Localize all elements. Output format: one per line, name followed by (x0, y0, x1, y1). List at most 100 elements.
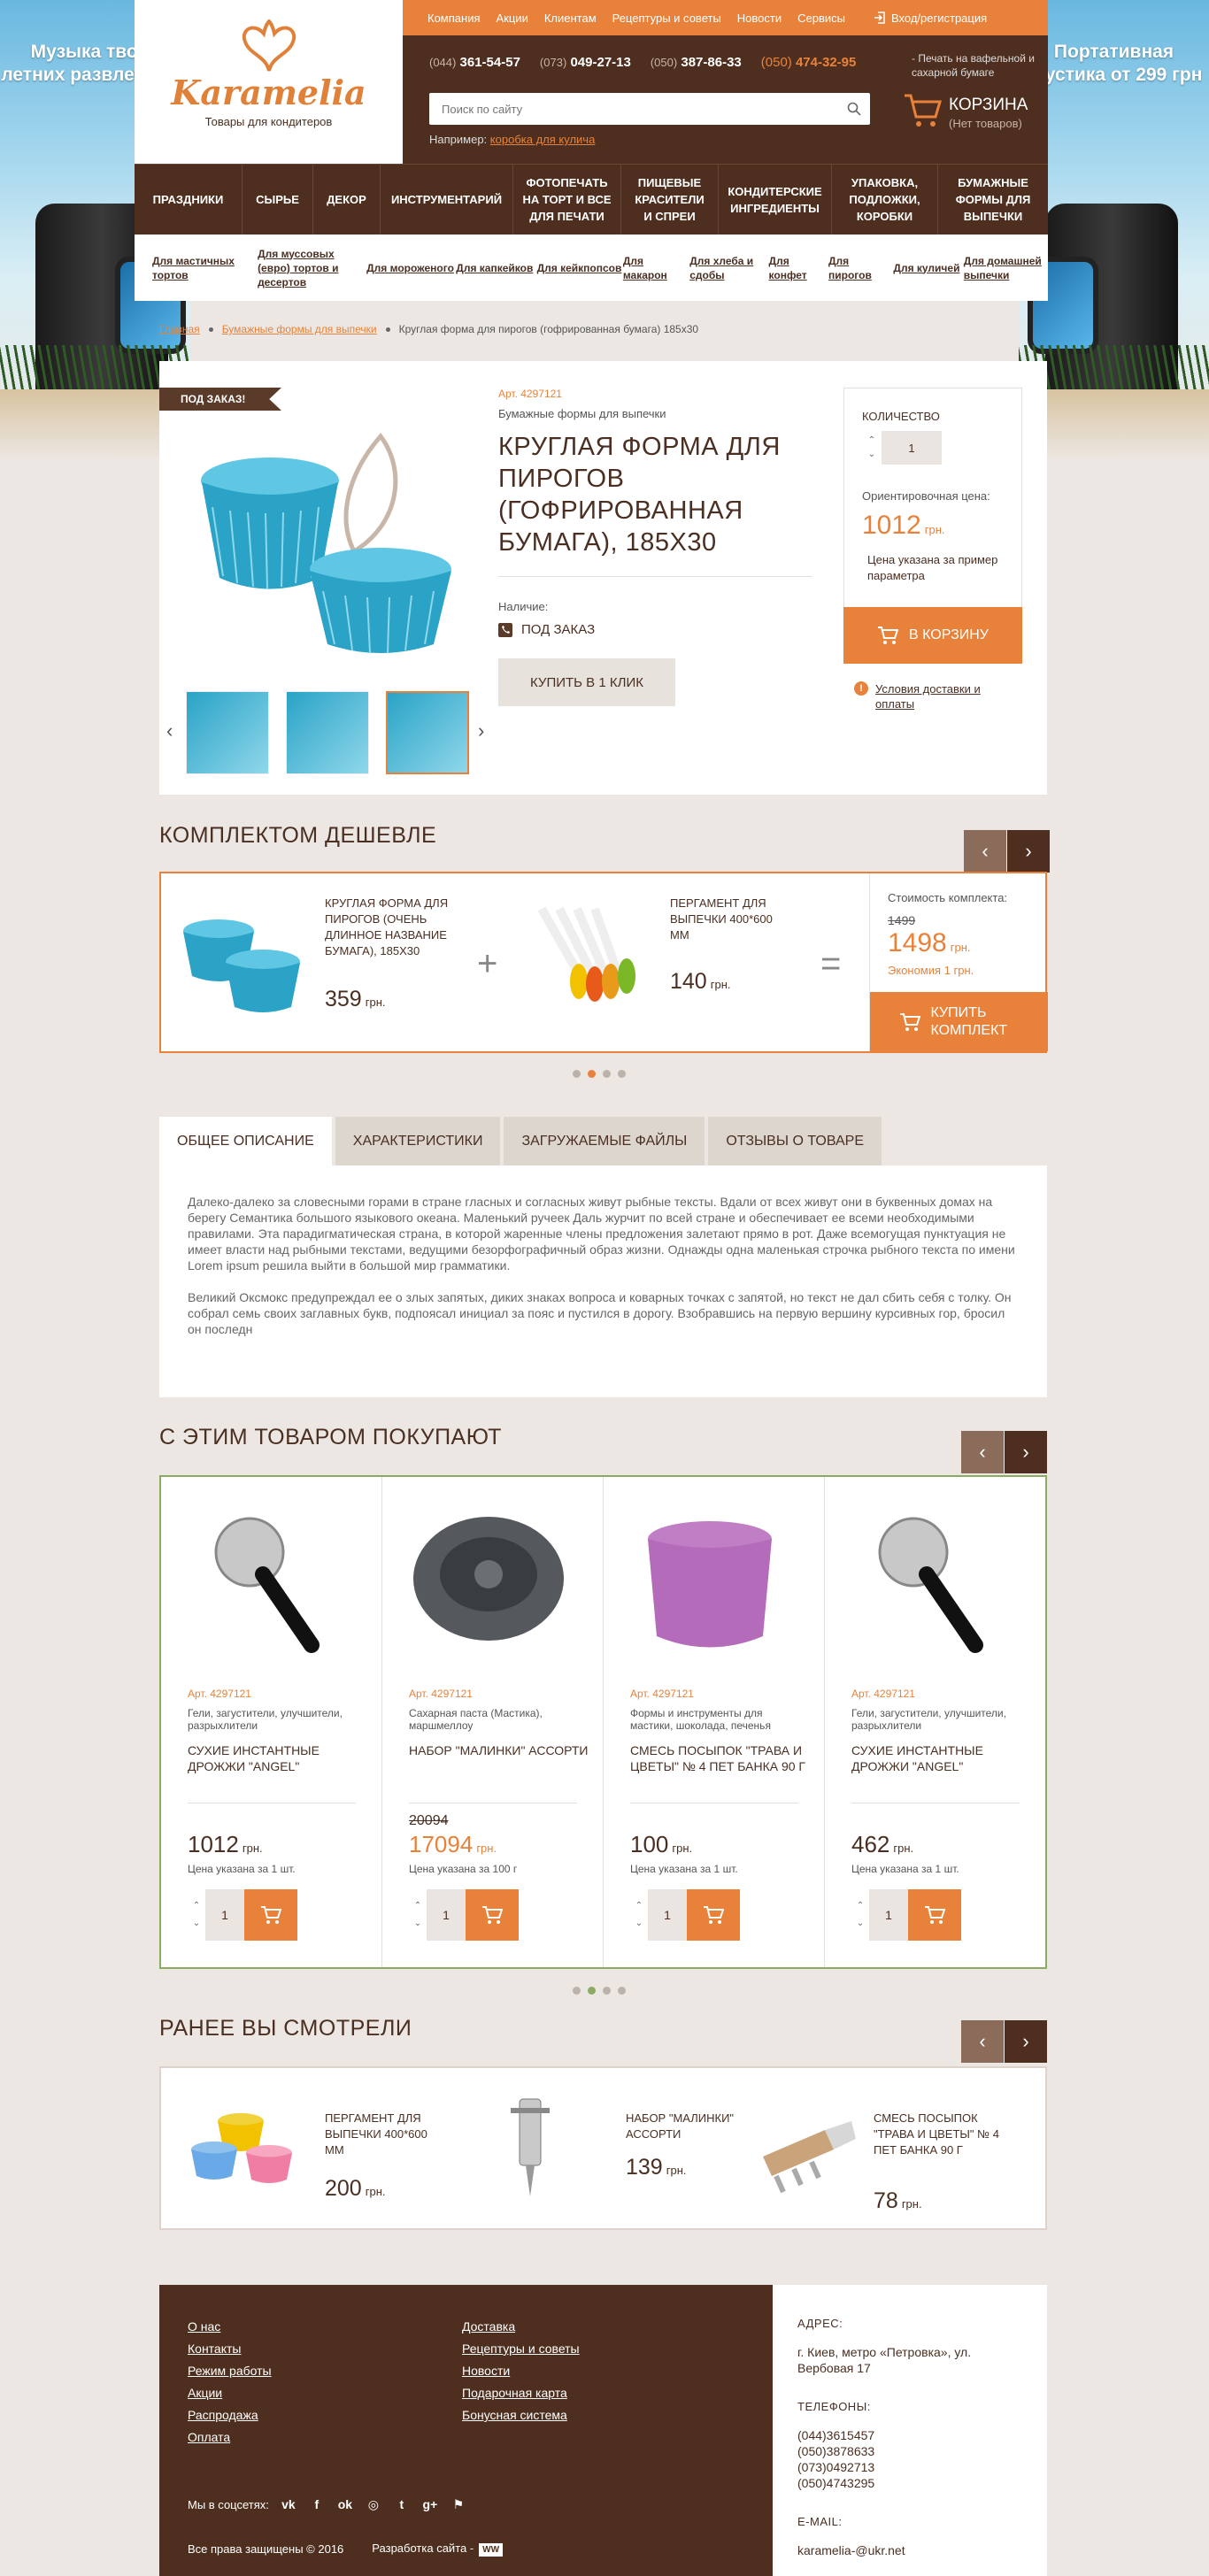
nav-item[interactable]: Фотопечать на торт и все для печати (513, 165, 621, 235)
nav-item[interactable]: Упаковка, подложки, коробки (832, 165, 938, 235)
product-tile[interactable]: Арт. 4297121 Гели, загустители, улучшите… (825, 1477, 1046, 1967)
nav-item[interactable]: Праздники (135, 165, 243, 235)
qty-input[interactable]: 1 (205, 1889, 244, 1941)
subnav-item[interactable]: Для хлеба и сдобы (689, 254, 768, 282)
nav-item[interactable]: Сырье (243, 165, 313, 235)
odnoklassniki-icon[interactable]: ok (336, 2495, 354, 2513)
footer-link[interactable]: Контакты (188, 2338, 272, 2360)
subnav-item[interactable]: Для муссовых (евро) тортов и десертов (258, 247, 366, 289)
carousel-dot[interactable] (573, 1070, 581, 1078)
search-button[interactable] (838, 93, 870, 125)
qty-up-icon[interactable]: ⌃ (635, 1897, 643, 1915)
qty-down-icon[interactable]: ⌄ (857, 1915, 864, 1933)
bundle-item[interactable]: Пергамент для выпечки 400*600 мм 140 грн. (524, 891, 807, 1033)
subnav-item[interactable]: Для конфет (769, 254, 828, 282)
thumb-next-icon[interactable]: › (478, 719, 484, 742)
twitter-icon[interactable]: t (393, 2495, 411, 2513)
subnav-item[interactable]: Для пирогов (828, 254, 893, 282)
footer-link[interactable]: Рецептуры и советы (462, 2338, 580, 2360)
qty-input[interactable]: 1 (882, 431, 942, 465)
top-menu-item[interactable]: Новости (737, 12, 782, 25)
prev-arrow-icon[interactable]: ‹ (961, 1431, 1004, 1473)
thumbnail-selected[interactable] (386, 691, 469, 774)
buy-bundle-button[interactable]: КУПИТЬ КОМПЛЕКТ (870, 992, 1048, 1051)
phone[interactable]: (050) 387-86-33 (651, 55, 742, 70)
carousel-dot-active[interactable] (588, 1070, 596, 1078)
viewed-item[interactable]: Набор "Малинки" ассорти 139 грн. (471, 2086, 736, 2218)
footer-link[interactable]: Распродажа (188, 2404, 272, 2426)
add-to-cart-button[interactable] (244, 1889, 297, 1941)
facebook-icon[interactable]: f (308, 2495, 326, 2513)
top-menu-item[interactable]: Сервисы (797, 12, 845, 25)
google-plus-icon[interactable]: g+ (421, 2495, 439, 2513)
thumb-prev-icon[interactable]: ‹ (166, 719, 173, 742)
product-tile[interactable]: Арт. 4297121 Сахарная паста (Мастика), м… (382, 1477, 604, 1967)
top-menu-item[interactable]: Акции (497, 12, 528, 25)
footer-link[interactable]: Режим работы (188, 2360, 272, 2382)
subnav-item[interactable]: Для домашней выпечки (964, 254, 1048, 282)
tile-name[interactable]: Сухие инстантные дрожжи "Angel" (188, 1742, 378, 1774)
footer-link[interactable]: Оплата (188, 2426, 272, 2449)
tab-specs[interactable]: ХАРАКТЕРИСТИКИ (335, 1117, 501, 1165)
qty-up-icon[interactable]: ⌃ (414, 1897, 421, 1915)
subnav-item[interactable]: Для мастичных тортов (152, 254, 258, 282)
viewed-item[interactable]: Пергамент для выпечки 400*600 мм 200 грн. (188, 2086, 453, 2218)
subnav-item[interactable]: Для макарон (623, 254, 689, 282)
tab-description[interactable]: ОБЩЕЕ ОПИСАНИЕ (159, 1117, 332, 1165)
qty-input[interactable]: 1 (427, 1889, 466, 1941)
subnav-item[interactable]: Для кейкпопсов (537, 261, 623, 275)
qty-down-icon[interactable]: ⌄ (868, 448, 875, 462)
thumbnail[interactable] (186, 691, 269, 774)
viewed-item[interactable]: Смесь посыпок "Трава и цветы" № 4 пет ба… (754, 2086, 1037, 2218)
flag-icon[interactable]: ⚑ (450, 2495, 467, 2513)
footer-link[interactable]: О нас (188, 2316, 272, 2338)
next-arrow-icon[interactable]: › (1007, 830, 1050, 873)
qty-input[interactable]: 1 (869, 1889, 908, 1941)
cart[interactable]: КОРЗИНА (Нет товаров) (903, 92, 1044, 136)
footer-phone[interactable]: (073)0492713 (797, 2459, 1022, 2475)
tab-reviews[interactable]: ОТЗЫВЫ О ТОВАРЕ (708, 1117, 882, 1165)
qty-input[interactable]: 1 (648, 1889, 687, 1941)
add-to-cart-button[interactable] (908, 1889, 961, 1941)
footer-link[interactable]: Доставка (462, 2316, 580, 2338)
product-tile[interactable]: Арт. 4297121 Формы и инструменты для мас… (604, 1477, 825, 1967)
search-example-link[interactable]: коробка для кулича (490, 133, 596, 146)
delivery-link[interactable]: ! Условия доставки и оплаты (854, 681, 982, 711)
tab-files[interactable]: ЗАГРУЖАЕМЫЕ ФАЙЛЫ (504, 1117, 705, 1165)
carousel-dot[interactable] (603, 1070, 611, 1078)
qty-down-icon[interactable]: ⌄ (414, 1915, 421, 1933)
bundle-item[interactable]: Круглая форма для пирогов (очень длинное… (179, 891, 471, 1033)
top-menu-item[interactable]: Клиентам (544, 12, 597, 25)
tile-name[interactable]: Смесь посыпок "Трава и цветы" № 4 пет ба… (630, 1742, 820, 1774)
top-menu-item[interactable]: Рецептуры и советы (612, 12, 721, 25)
footer-phone[interactable]: (044)3615457 (797, 2427, 1022, 2443)
footer-phone[interactable]: (050)3878633 (797, 2443, 1022, 2459)
footer-link[interactable]: Акции (188, 2382, 272, 2404)
footer-link[interactable]: Подарочная карта (462, 2382, 580, 2404)
phone[interactable]: (044) 361-54-57 (429, 55, 520, 70)
footer-phone[interactable]: (050)4743295 (797, 2475, 1022, 2491)
tile-name[interactable]: Набор "Малинки" ассорти (409, 1742, 599, 1758)
phone[interactable]: (073) 049-27-13 (540, 55, 631, 70)
one-click-button[interactable]: КУПИТЬ В 1 КЛИК (498, 658, 675, 706)
next-arrow-icon[interactable]: › (1005, 1431, 1047, 1473)
search-input[interactable] (429, 94, 838, 124)
qty-up-icon[interactable]: ⌃ (193, 1897, 200, 1915)
prev-arrow-icon[interactable]: ‹ (961, 2020, 1004, 2063)
top-menu-item[interactable]: Компания (427, 12, 481, 25)
breadcrumb-category[interactable]: Бумажные формы для выпечки (222, 323, 377, 335)
logo[interactable]: Karamelia Товары для кондитеров (135, 0, 403, 164)
subnav-item[interactable]: Для куличей (893, 261, 963, 275)
product-main-image[interactable] (177, 419, 469, 666)
footer-link[interactable]: Бонусная система (462, 2404, 580, 2426)
breadcrumb-home[interactable]: Главная (159, 323, 200, 335)
nav-item[interactable]: Бумажные формы для выпечки (938, 165, 1048, 235)
qty-up-icon[interactable]: ⌃ (857, 1897, 864, 1915)
nav-item[interactable]: Пищевые красители и спреи (621, 165, 719, 235)
email[interactable]: karamelia-@ukr.net (797, 2542, 1022, 2558)
nav-item[interactable]: Кондитерские ингредиенты (719, 165, 832, 235)
login-link[interactable]: Вход/регистрация (874, 12, 987, 25)
nav-item[interactable]: Инструментарий (381, 165, 513, 235)
next-arrow-icon[interactable]: › (1005, 2020, 1047, 2063)
thumbnail[interactable] (286, 691, 369, 774)
